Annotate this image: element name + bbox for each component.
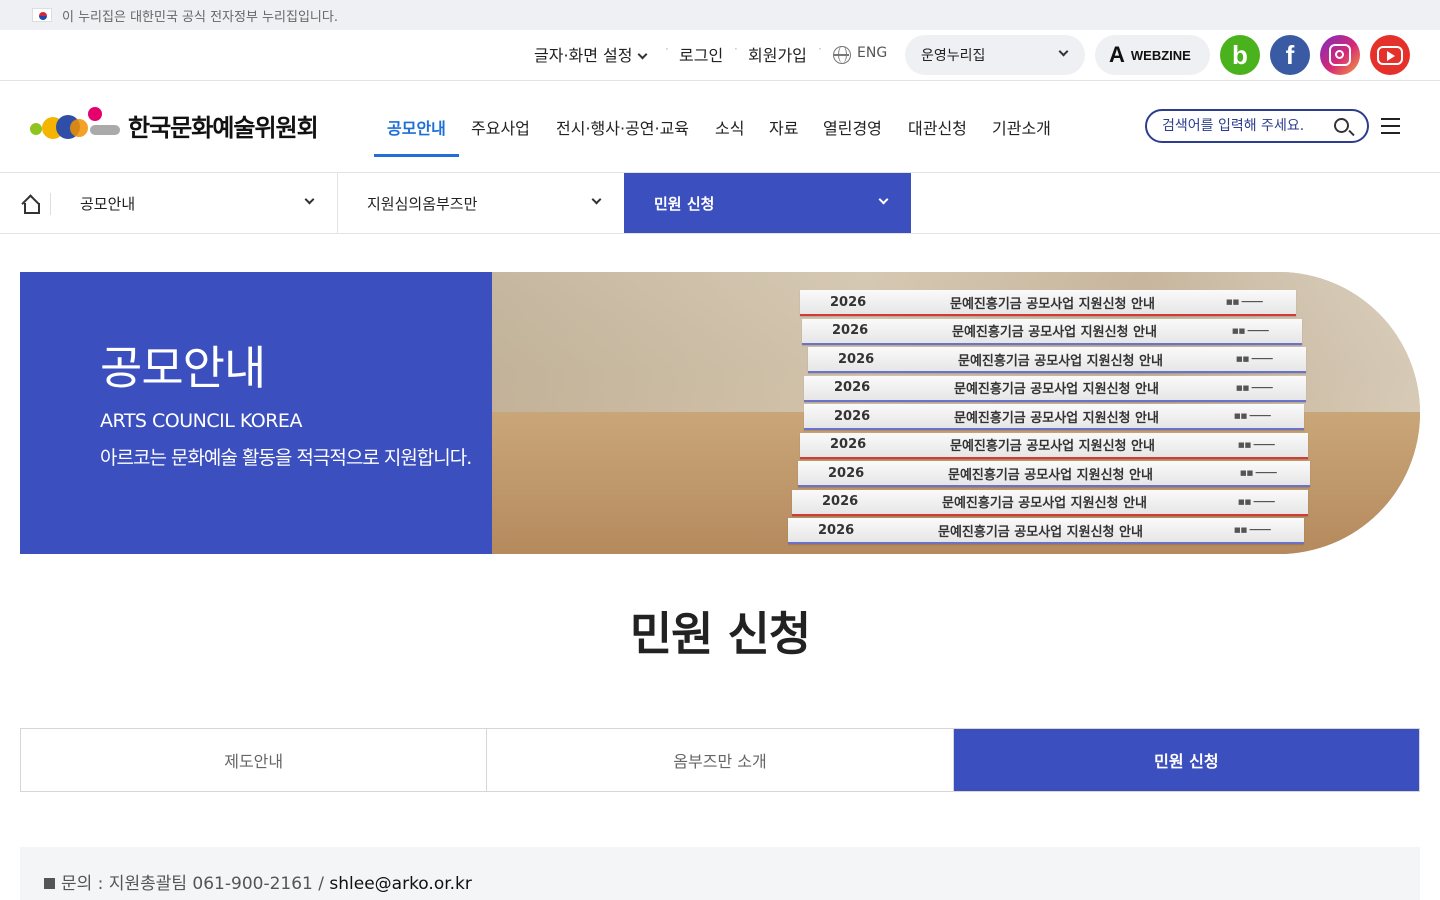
webzine-button[interactable]: A WEBZINE bbox=[1095, 35, 1210, 75]
gnb-active-underline bbox=[374, 154, 459, 157]
gnb-item-rental[interactable]: 대관신청 bbox=[908, 115, 967, 139]
location-depth3-label: 민원 신청 bbox=[654, 194, 715, 213]
font-screen-settings-button[interactable]: 글자·화면 설정 bbox=[534, 42, 647, 66]
contact-info-box: 문의 : 지원총괄팀 061-900-2161 / shlee@arko.or.… bbox=[20, 847, 1420, 900]
location-depth3-dropdown[interactable]: 민원 신청 bbox=[624, 173, 911, 233]
hero-subtitle-ko: 아르코는 문화예술 활동을 적극적으로 지원합니다. bbox=[100, 447, 472, 469]
separator-dot: · bbox=[665, 42, 669, 56]
search-input[interactable] bbox=[1162, 118, 1327, 134]
facebook-icon[interactable]: f bbox=[1270, 35, 1310, 75]
book: 2026 문예진흥기금 공모사업 지원신청 안내 ■■ ━━━━━ bbox=[808, 347, 1306, 373]
chevron-down-icon bbox=[304, 194, 315, 205]
book: 2026 문예진흥기금 공모사업 지원신청 안내 ■■ ━━━━━ bbox=[792, 489, 1308, 516]
location-depth2-label: 지원심의옴부즈만 bbox=[367, 194, 478, 213]
book: 2026 문예진흥기금 공모사업 지원신청 안내 ■■ ━━━━━ bbox=[802, 318, 1302, 345]
logo-mark-icon bbox=[30, 107, 122, 143]
location-depth1-label: 공모안내 bbox=[80, 194, 136, 213]
font-screen-label: 글자·화면 설정 bbox=[534, 46, 633, 65]
utility-bar: 글자·화면 설정 · 로그인 · 회원가입 · ENG 운영누리집 A WEBZ… bbox=[0, 30, 1440, 81]
logo-text: 한국문화예술위원회 bbox=[128, 113, 319, 142]
gov-banner-text: 이 누리집은 대한민국 공식 전자정부 누리집입니다. bbox=[62, 9, 338, 25]
webzine-label: WEBZINE bbox=[1130, 47, 1191, 63]
youtube-icon[interactable] bbox=[1370, 35, 1410, 75]
hero-subtitle-en: ARTS COUNCIL KOREA bbox=[100, 410, 302, 432]
gnb-item-data[interactable]: 자료 bbox=[769, 115, 798, 139]
blog-icon[interactable]: b bbox=[1220, 35, 1260, 75]
chevron-down-icon bbox=[1058, 46, 1069, 57]
globe-icon bbox=[833, 46, 851, 64]
location-depth1-dropdown[interactable]: 공모안내 bbox=[51, 173, 338, 233]
signup-link[interactable]: 회원가입 bbox=[748, 42, 807, 66]
book: 2026 문예진흥기금 공모사업 지원신청 안내 ■■ ━━━━━ bbox=[800, 432, 1308, 459]
location-bar: 공모안내 지원심의옴부즈만 민원 신청 bbox=[0, 173, 1440, 234]
search-icon[interactable] bbox=[1334, 118, 1349, 133]
search-box bbox=[1145, 109, 1369, 143]
gnb-item-business[interactable]: 주요사업 bbox=[471, 115, 530, 139]
instagram-icon[interactable] bbox=[1320, 35, 1360, 75]
book: 2026 문예진흥기금 공모사업 지원신청 안내 ■■ ━━━━━ bbox=[804, 375, 1306, 402]
main-header: 한국문화예술위원회 공모안내 주요사업 전시·행사·공연·교육 소식 자료 열린… bbox=[0, 81, 1440, 173]
book: 2026 문예진흥기금 공모사업 지원신청 안내 ■■ ━━━━━ bbox=[804, 404, 1304, 430]
gnb-item-about[interactable]: 기관소개 bbox=[992, 115, 1051, 139]
book: 2026 문예진흥기금 공모사업 지원신청 안내 ■■ ━━━━━ bbox=[788, 518, 1304, 544]
site-select-dropdown[interactable]: 운영누리집 bbox=[905, 35, 1085, 75]
hero-banner: 공모안내 ARTS COUNCIL KOREA 아르코는 문화예술 활동을 적극… bbox=[20, 272, 1420, 554]
gnb-item-events[interactable]: 전시·행사·공연·교육 bbox=[556, 115, 689, 139]
home-icon[interactable] bbox=[22, 195, 40, 214]
chevron-down-icon bbox=[878, 194, 889, 205]
gov-banner: 이 누리집은 대한민국 공식 전자정부 누리집입니다. bbox=[0, 0, 1440, 30]
book: 2026 문예진흥기금 공모사업 지원신청 안내 ■■ ━━━━━ bbox=[798, 461, 1310, 487]
site-select-label: 운영누리집 bbox=[921, 48, 986, 64]
page-title: 민원 신청 bbox=[629, 607, 811, 661]
contact-label: 문의 : 지원총괄팀 061-900-2161 / bbox=[61, 874, 330, 894]
separator-dot: · bbox=[734, 42, 738, 56]
separator-dot: · bbox=[818, 42, 822, 56]
contact-email-link[interactable]: shlee@arko.or.kr bbox=[329, 874, 472, 894]
login-link[interactable]: 로그인 bbox=[679, 42, 723, 66]
hero-image: 2026 문예진흥기금 공모사업 지원신청 안내 ■■ ━━━━━ 2026 문예진흥기… bbox=[492, 272, 1420, 554]
tab-ombudsman-intro[interactable]: 옴부즈만 소개 bbox=[487, 729, 954, 791]
gnb-item-management[interactable]: 열린경영 bbox=[823, 115, 882, 139]
korea-flag-icon bbox=[32, 8, 52, 22]
chevron-down-icon bbox=[591, 194, 602, 205]
hamburger-menu-icon[interactable] bbox=[1381, 118, 1400, 134]
bullet-square-icon bbox=[44, 878, 55, 889]
webzine-logo-icon: A bbox=[1109, 42, 1125, 67]
site-logo[interactable]: 한국문화예술위원회 bbox=[30, 107, 319, 143]
chevron-down-icon bbox=[637, 49, 647, 60]
language-link[interactable]: ENG bbox=[857, 45, 887, 61]
content-tabs: 제도안내 옴부즈만 소개 민원 신청 bbox=[20, 728, 1420, 792]
hero-title: 공모안내 bbox=[100, 341, 266, 395]
tab-civil-request[interactable]: 민원 신청 bbox=[953, 729, 1419, 791]
location-depth2-dropdown[interactable]: 지원심의옴부즈만 bbox=[338, 173, 624, 233]
book: 2026 문예진흥기금 공모사업 지원신청 안내 ■■ ━━━━━ bbox=[800, 290, 1296, 316]
hero-text-panel: 공모안내 ARTS COUNCIL KOREA 아르코는 문화예술 활동을 적극… bbox=[20, 272, 492, 554]
gnb-item-contest[interactable]: 공모안내 bbox=[387, 115, 446, 139]
tab-system-info[interactable]: 제도안내 bbox=[21, 729, 488, 791]
gnb-item-news[interactable]: 소식 bbox=[715, 115, 744, 139]
